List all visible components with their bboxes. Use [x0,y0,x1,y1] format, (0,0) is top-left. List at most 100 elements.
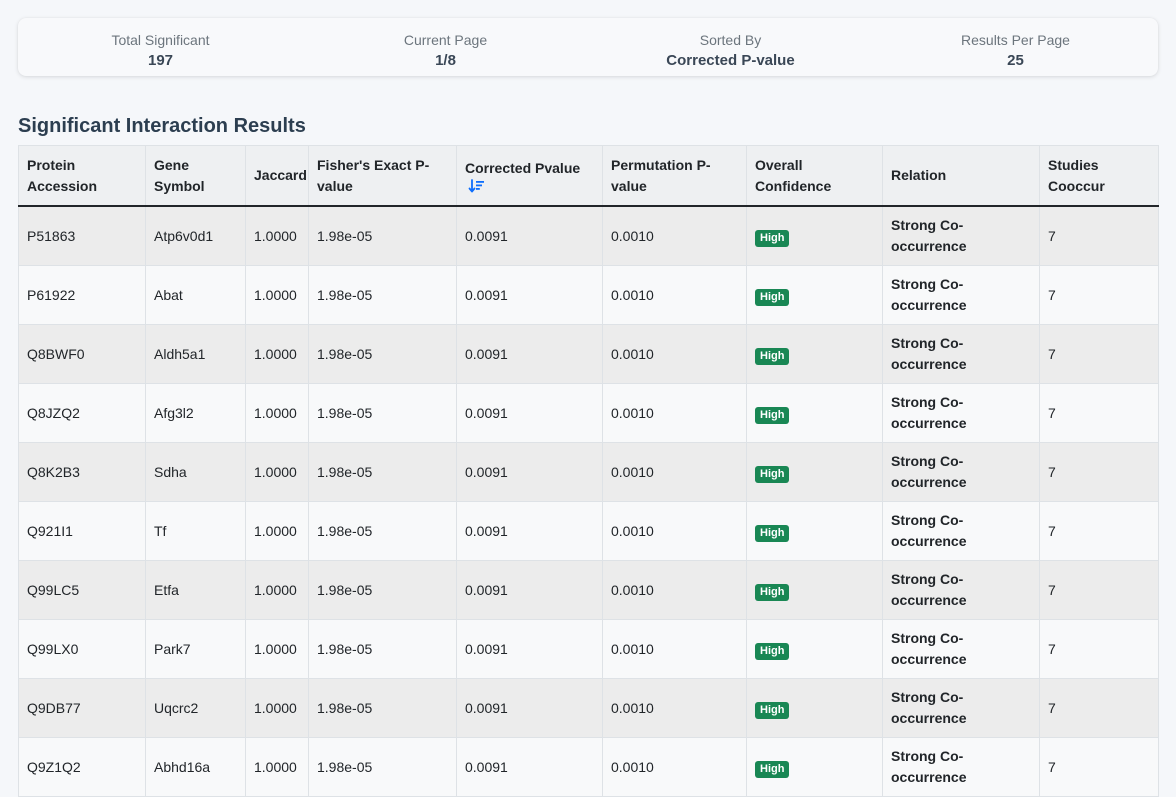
confidence-badge: High [755,760,790,778]
cell-permutation-p-value: 0.0010 [602,501,747,561]
cell-permutation-p-value: 0.0010 [602,560,747,620]
confidence-badge: High [755,229,790,247]
cell-jaccard: 1.0000 [245,383,309,443]
confidence-badge: High [755,406,790,424]
cell-permutation-p-value: 0.0010 [602,737,747,797]
cell-gene-symbol: Afg3l2 [145,383,246,443]
cell-confidence: High [746,442,883,502]
table-row: Q99LC5 Etfa 1.0000 1.98e-05 0.0091 0.001… [18,560,1159,620]
cell-jaccard: 1.0000 [245,678,309,738]
cell-fisher-p-value: 1.98e-05 [308,560,457,620]
cell-jaccard: 1.0000 [245,501,309,561]
cell-fisher-p-value: 1.98e-05 [308,678,457,738]
stat-value: 25 [1007,52,1024,69]
cell-studies-cooccur: 7 [1039,501,1159,561]
cell-gene-symbol: Abhd16a [145,737,246,797]
stat-label: Total Significant [111,32,210,48]
column-header-relation[interactable]: Relation [882,145,1040,207]
confidence-badge: High [755,583,790,601]
cell-fisher-p-value: 1.98e-05 [308,501,457,561]
cell-corrected-pvalue: 0.0091 [456,205,603,266]
cell-permutation-p-value: 0.0010 [602,678,747,738]
cell-studies-cooccur: 7 [1039,383,1159,443]
cell-studies-cooccur: 7 [1039,265,1159,325]
cell-jaccard: 1.0000 [245,324,309,384]
cell-fisher-p-value: 1.98e-05 [308,205,457,266]
confidence-badge: High [755,347,790,365]
cell-jaccard: 1.0000 [245,265,309,325]
cell-corrected-pvalue: 0.0091 [456,678,603,738]
cell-corrected-pvalue: 0.0091 [456,324,603,384]
sort-amount-down-icon[interactable] [468,179,484,193]
stat-value: Corrected P-value [666,52,795,69]
cell-accession: Q921I1 [18,501,146,561]
cell-studies-cooccur: 7 [1039,619,1159,679]
cell-accession: Q8BWF0 [18,324,146,384]
column-header-corrected-pvalue[interactable]: Corrected Pvalue [456,145,603,207]
cell-corrected-pvalue: 0.0091 [456,383,603,443]
stat-label: Sorted By [699,32,762,48]
cell-permutation-p-value: 0.0010 [602,442,747,502]
table-row: P51863 Atp6v0d1 1.0000 1.98e-05 0.0091 0… [18,205,1159,266]
cell-corrected-pvalue: 0.0091 [456,442,603,502]
cell-confidence: High [746,678,883,738]
cell-permutation-p-value: 0.0010 [602,205,747,266]
cell-gene-symbol: Abat [145,265,246,325]
cell-relation: Strong Co-occurrence [882,619,1040,679]
cell-accession: Q9Z1Q2 [18,737,146,797]
summary-card: Total Significant 197 Current Page 1/8 S… [18,18,1158,76]
stat-label: Results Per Page [961,32,1070,48]
cell-accession: P61922 [18,265,146,325]
cell-jaccard: 1.0000 [245,560,309,620]
cell-permutation-p-value: 0.0010 [602,619,747,679]
stat-total-significant: Total Significant 197 [18,18,303,76]
confidence-badge: High [755,288,790,306]
cell-studies-cooccur: 7 [1039,205,1159,266]
cell-relation: Strong Co-occurrence [882,265,1040,325]
cell-gene-symbol: Aldh5a1 [145,324,246,384]
column-header-overall-confidence[interactable]: Overall Confidence [746,145,883,207]
stat-label: Current Page [403,32,488,48]
column-header-gene-symbol[interactable]: Gene Symbol [145,145,246,207]
cell-confidence: High [746,324,883,384]
cell-relation: Strong Co-occurrence [882,678,1040,738]
cell-relation: Strong Co-occurrence [882,737,1040,797]
cell-gene-symbol: Tf [145,501,246,561]
table-row: P61922 Abat 1.0000 1.98e-05 0.0091 0.001… [18,265,1159,325]
column-header-studies-cooccur[interactable]: Studies Cooccur [1039,145,1159,207]
cell-studies-cooccur: 7 [1039,678,1159,738]
section-title: Significant Interaction Results [18,115,306,137]
cell-jaccard: 1.0000 [245,619,309,679]
stat-results-per-page: Results Per Page 25 [873,18,1158,76]
column-header-jaccard[interactable]: Jaccard [245,145,309,207]
table-row: Q8BWF0 Aldh5a1 1.0000 1.98e-05 0.0091 0.… [18,324,1159,384]
cell-fisher-p-value: 1.98e-05 [308,737,457,797]
cell-confidence: High [746,560,883,620]
cell-studies-cooccur: 7 [1039,560,1159,620]
cell-corrected-pvalue: 0.0091 [456,501,603,561]
cell-accession: Q9DB77 [18,678,146,738]
confidence-badge: High [755,465,790,483]
cell-fisher-p-value: 1.98e-05 [308,383,457,443]
table-row: Q99LX0 Park7 1.0000 1.98e-05 0.0091 0.00… [18,619,1159,679]
cell-jaccard: 1.0000 [245,442,309,502]
cell-gene-symbol: Uqcrc2 [145,678,246,738]
cell-fisher-p-value: 1.98e-05 [308,324,457,384]
table-row: Q9Z1Q2 Abhd16a 1.0000 1.98e-05 0.0091 0.… [18,737,1159,797]
cell-permutation-p-value: 0.0010 [602,324,747,384]
column-header-permutation-p-value[interactable]: Permutation P-value [602,145,747,207]
table-row: Q921I1 Tf 1.0000 1.98e-05 0.0091 0.0010 … [18,501,1159,561]
column-header-protein-accession[interactable]: Protein Accession [18,145,146,207]
stat-value: 197 [147,52,174,69]
cell-gene-symbol: Sdha [145,442,246,502]
cell-confidence: High [746,205,883,266]
column-header-fisher-p-value[interactable]: Fisher's Exact P-value [308,145,457,207]
cell-accession: Q99LX0 [18,619,146,679]
cell-studies-cooccur: 7 [1039,442,1159,502]
confidence-badge: High [755,701,790,719]
cell-confidence: High [746,265,883,325]
cell-accession: Q99LC5 [18,560,146,620]
cell-corrected-pvalue: 0.0091 [456,737,603,797]
stat-sorted-by: Sorted By Corrected P-value [588,18,873,76]
cell-confidence: High [746,501,883,561]
